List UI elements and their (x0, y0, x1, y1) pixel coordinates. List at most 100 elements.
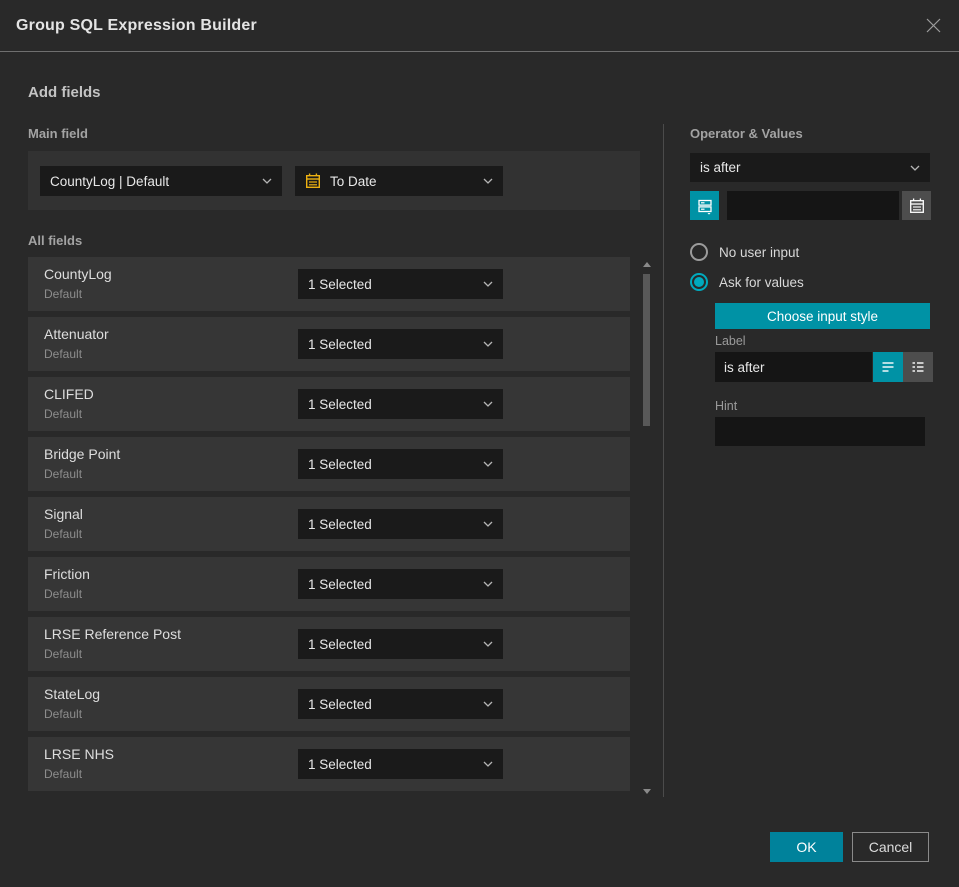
field-row: CountyLog Default 1 Selected (28, 257, 630, 311)
chevron-down-icon (483, 701, 493, 707)
field-subtitle: Default (44, 347, 83, 361)
value-input[interactable] (727, 191, 899, 220)
main-field-dropdown-value: CountyLog | Default (50, 173, 170, 189)
close-button[interactable] (923, 16, 943, 36)
radio-no-user-input-label: No user input (719, 244, 800, 260)
hint-input[interactable] (715, 417, 925, 446)
operator-dropdown[interactable]: is after (690, 153, 930, 182)
field-selection-dropdown[interactable]: 1 Selected (298, 389, 503, 419)
align-left-icon (882, 362, 894, 372)
chevron-down-icon (483, 581, 493, 587)
field-selection-dropdown[interactable]: 1 Selected (298, 629, 503, 659)
radio-ask-for-values[interactable]: Ask for values (690, 273, 804, 291)
operator-dropdown-value: is after (700, 160, 741, 175)
chevron-down-icon (483, 401, 493, 407)
scroll-down-arrow-icon[interactable] (643, 789, 651, 794)
field-row: Bridge Point Default 1 Selected (28, 437, 630, 491)
list-scrollbar[interactable] (641, 258, 653, 798)
chevron-down-icon (483, 521, 493, 527)
field-selection-dropdown[interactable]: 1 Selected (298, 329, 503, 359)
scrollbar-thumb[interactable] (643, 274, 650, 426)
choose-input-style-button[interactable]: Choose input style (715, 303, 930, 329)
date-picker-button[interactable] (902, 191, 931, 220)
field-subtitle: Default (44, 767, 83, 781)
field-row: Signal Default 1 Selected (28, 497, 630, 551)
field-name: Friction (44, 566, 90, 582)
field-row: LRSE NHS Default 1 Selected (28, 737, 630, 791)
radio-ask-for-values-label: Ask for values (719, 274, 804, 290)
field-selection-value: 1 Selected (308, 456, 372, 472)
field-name: Bridge Point (44, 446, 121, 462)
add-fields-heading: Add fields (28, 84, 101, 101)
field-name: LRSE Reference Post (44, 626, 181, 642)
dialog-title: Group SQL Expression Builder (16, 16, 257, 34)
label-heading: Label (715, 334, 746, 348)
main-field-dropdown[interactable]: CountyLog | Default (40, 166, 282, 196)
field-selection-value: 1 Selected (308, 276, 372, 292)
close-icon (926, 18, 940, 33)
chevron-down-icon (910, 165, 920, 171)
operator-values-heading: Operator & Values (690, 126, 803, 141)
field-selection-dropdown[interactable]: 1 Selected (298, 569, 503, 599)
all-fields-heading: All fields (28, 233, 83, 248)
field-selection-value: 1 Selected (308, 336, 372, 352)
field-name: CountyLog (44, 266, 112, 282)
field-row: Attenuator Default 1 Selected (28, 317, 630, 371)
main-field-heading: Main field (28, 126, 88, 141)
field-selection-value: 1 Selected (308, 576, 372, 592)
field-selection-value: 1 Selected (308, 396, 372, 412)
label-input[interactable] (715, 352, 872, 382)
panel-divider (663, 124, 664, 797)
field-subtitle: Default (44, 287, 83, 301)
list-icon (912, 362, 924, 372)
chevron-down-icon (483, 178, 493, 184)
field-selection-value: 1 Selected (308, 756, 372, 772)
field-row: LRSE Reference Post Default 1 Selected (28, 617, 630, 671)
date-field-dropdown-value: To Date (330, 173, 377, 189)
field-subtitle: Default (44, 407, 83, 421)
chevron-down-icon (483, 281, 493, 287)
field-selection-dropdown[interactable]: 1 Selected (298, 749, 503, 779)
field-selection-dropdown[interactable]: 1 Selected (298, 509, 503, 539)
field-row: Friction Default 1 Selected (28, 557, 630, 611)
get-values-from-layer-button[interactable] (690, 191, 719, 220)
all-fields-list: CountyLog Default 1 Selected Attenuator … (28, 257, 630, 797)
values-list-icon (697, 199, 712, 215)
chevron-down-icon (483, 341, 493, 347)
field-subtitle: Default (44, 707, 83, 721)
field-subtitle: Default (44, 467, 83, 481)
field-selection-dropdown[interactable]: 1 Selected (298, 449, 503, 479)
field-name: Attenuator (44, 326, 109, 342)
radio-no-user-input[interactable]: No user input (690, 243, 799, 261)
list-input-style-button[interactable] (903, 352, 933, 382)
chevron-down-icon (262, 178, 272, 184)
field-row: StateLog Default 1 Selected (28, 677, 630, 731)
chevron-down-icon (483, 761, 493, 767)
field-name: Signal (44, 506, 83, 522)
field-selection-value: 1 Selected (308, 696, 372, 712)
field-selection-dropdown[interactable]: 1 Selected (298, 269, 503, 299)
date-field-dropdown[interactable]: To Date (295, 166, 503, 196)
ok-button[interactable]: OK (770, 832, 843, 862)
calendar-icon (306, 173, 321, 189)
field-subtitle: Default (44, 587, 83, 601)
hint-heading: Hint (715, 399, 738, 413)
scroll-up-arrow-icon[interactable] (643, 262, 651, 267)
radio-button-icon[interactable] (690, 273, 708, 291)
field-row: CLIFED Default 1 Selected (28, 377, 630, 431)
dialog-titlebar: Group SQL Expression Builder (0, 0, 959, 52)
single-line-input-style-button[interactable] (873, 352, 903, 382)
field-subtitle: Default (44, 647, 83, 661)
chevron-down-icon (483, 641, 493, 647)
cancel-button[interactable]: Cancel (852, 832, 929, 862)
field-selection-value: 1 Selected (308, 636, 372, 652)
field-subtitle: Default (44, 527, 83, 541)
main-field-band: CountyLog | Default To Date (28, 151, 640, 210)
chevron-down-icon (483, 461, 493, 467)
field-name: LRSE NHS (44, 746, 115, 762)
field-selection-value: 1 Selected (308, 516, 372, 532)
group-sql-expression-builder-dialog: Group SQL Expression Builder Add fields … (0, 0, 959, 887)
field-name: StateLog (44, 686, 101, 702)
radio-button-icon[interactable] (690, 243, 708, 261)
field-selection-dropdown[interactable]: 1 Selected (298, 689, 503, 719)
